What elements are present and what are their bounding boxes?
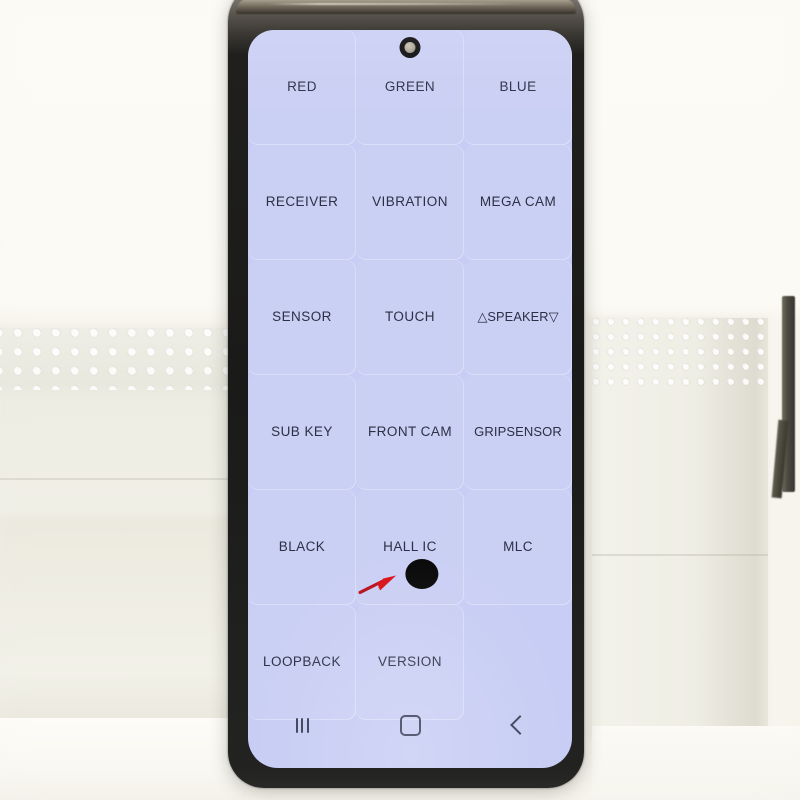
- nav-recents-button[interactable]: [275, 708, 329, 742]
- test-cell-label: VIBRATION: [372, 194, 448, 210]
- test-cell-label: LOOPBACK: [263, 654, 341, 670]
- test-cell-label: MEGA CAM: [479, 194, 557, 210]
- test-cell-black[interactable]: BLACK: [248, 490, 356, 605]
- test-cell-label: MLC: [503, 539, 533, 555]
- phone-screen[interactable]: RED GREEN BLUE RECEIVER VIBRATION MEGA C…: [248, 30, 572, 768]
- black-spot-defect-icon: [405, 559, 439, 589]
- test-cell-label: TOUCH: [384, 309, 435, 325]
- test-cell-blue[interactable]: BLUE: [464, 30, 572, 145]
- test-cell-label: BLACK: [278, 539, 326, 555]
- styrofoam-block-left: [0, 328, 246, 728]
- nav-back-button[interactable]: [491, 708, 545, 742]
- test-cell-red[interactable]: RED: [248, 30, 356, 145]
- test-cell-label: GRIPSENSOR: [474, 424, 562, 440]
- screenshot-scene: RED GREEN BLUE RECEIVER VIBRATION MEGA C…: [0, 0, 800, 800]
- display-test-grid: RED GREEN BLUE RECEIVER VIBRATION MEGA C…: [248, 30, 572, 720]
- test-cell-label: FRONT CAM: [367, 424, 453, 440]
- test-cell-hall-ic[interactable]: HALL IC: [356, 490, 464, 605]
- styrofoam-block-left-front: [0, 718, 246, 800]
- test-cell-sub-key[interactable]: SUB KEY: [248, 375, 356, 490]
- test-cell-label: △SPEAKER▽: [477, 309, 559, 325]
- test-cell-gripsensor[interactable]: GRIPSENSOR: [464, 375, 572, 490]
- front-camera-punch-hole-icon: [399, 37, 421, 58]
- smartphone-device: RED GREEN BLUE RECEIVER VIBRATION MEGA C…: [228, 0, 584, 788]
- test-cell-label: BLUE: [499, 79, 537, 95]
- test-cell-front-cam[interactable]: FRONT CAM: [356, 375, 464, 490]
- test-cell-speaker[interactable]: △SPEAKER▽: [464, 260, 572, 375]
- test-cell-label: RECEIVER: [265, 194, 339, 210]
- test-cell-touch[interactable]: TOUCH: [356, 260, 464, 375]
- test-cell-label: SUB KEY: [271, 424, 333, 440]
- red-arrow-icon: [358, 574, 397, 594]
- test-cell-label: HALL IC: [383, 539, 437, 555]
- test-cell-label: VERSION: [378, 654, 442, 670]
- styrofoam-block-right-front: [592, 726, 800, 800]
- android-navigation-bar: [248, 702, 572, 748]
- test-cell-mlc[interactable]: MLC: [464, 490, 572, 605]
- back-chevron-icon: [510, 715, 530, 735]
- recents-bars-icon: [295, 717, 309, 733]
- test-cell-mega-cam[interactable]: MEGA CAM: [464, 145, 572, 260]
- nav-home-button[interactable]: [383, 708, 437, 742]
- test-cell-sensor[interactable]: SENSOR: [248, 260, 356, 375]
- styrofoam-block-right: [592, 318, 768, 738]
- test-cell-label: SENSOR: [272, 309, 332, 325]
- test-cell-receiver[interactable]: RECEIVER: [248, 145, 356, 260]
- phone-frame-scratch: [268, 3, 528, 5]
- home-square-icon: [399, 714, 421, 736]
- test-cell-label: GREEN: [384, 79, 436, 95]
- test-cell-label: RED: [287, 79, 317, 95]
- camera-lens: [404, 42, 416, 53]
- test-cell-vibration[interactable]: VIBRATION: [356, 145, 464, 260]
